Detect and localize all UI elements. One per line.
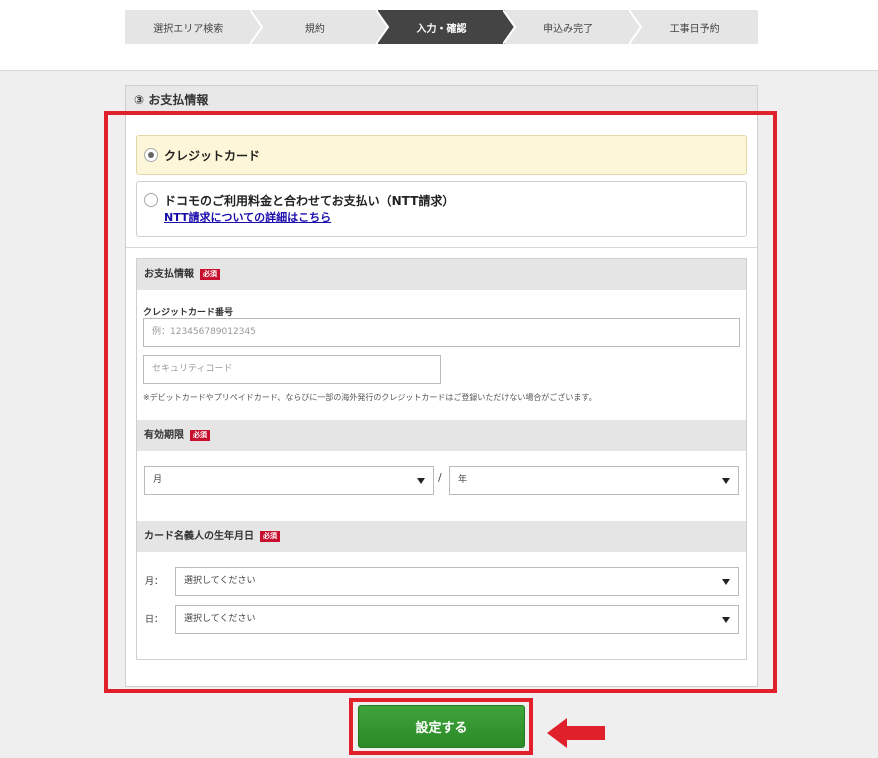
submit-button[interactable]: 設定する [358,705,525,748]
progress-steps: 選択エリア検索 規約 入力・確認 申込み完了 工事日予約 [125,10,758,44]
step-terms: 規約 [251,10,390,44]
step-area-search: 選択エリア検索 [125,10,263,44]
step-chevron [502,10,517,44]
step-label: 規約 [304,23,325,35]
step-chevron [629,10,643,44]
step-construction-date: 工事日予約 [631,10,758,44]
section-title: ③ お支払情報 [125,85,758,114]
step-complete: 申込み完了 [504,10,643,44]
step-label: 工事日予約 [669,23,720,35]
step-label: 入力・確認 [416,23,467,35]
step-chevron [249,10,264,44]
step-input-confirm: 入力・確認 [378,10,517,44]
step-label: 選択エリア検索 [153,23,224,35]
step-chevron [376,10,390,44]
pointer-arrow-icon [547,718,605,748]
step-label: 申込み完了 [543,23,594,35]
highlight-frame [104,111,777,693]
